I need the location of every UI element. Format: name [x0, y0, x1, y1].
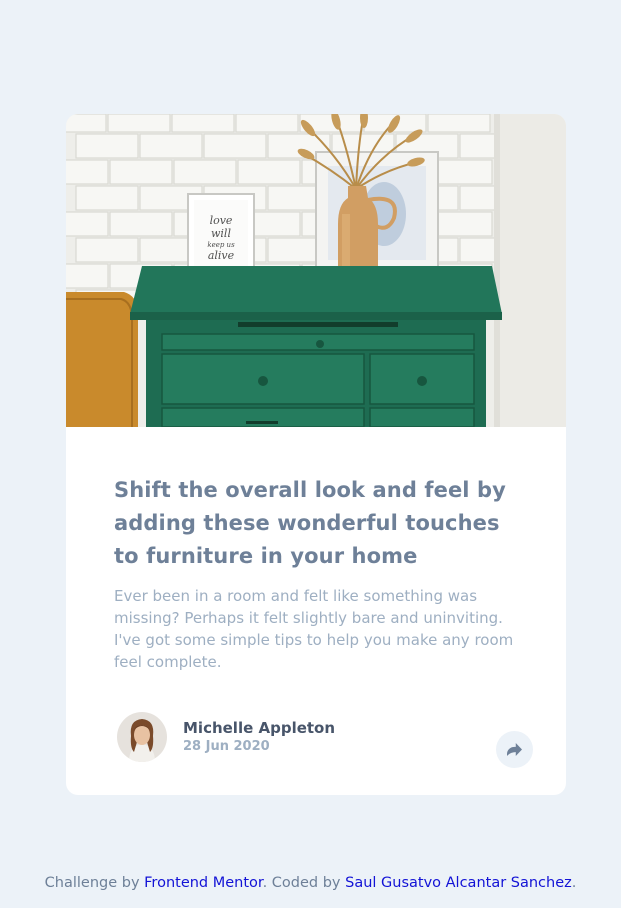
avatar — [117, 712, 167, 762]
attribution-prefix: Challenge by — [44, 875, 145, 891]
share-button[interactable] — [496, 731, 533, 768]
article-card: love will keep us alive Shift the overal… — [66, 114, 566, 795]
author-name: Michelle Appleton — [183, 719, 336, 737]
attribution-suffix: . — [571, 875, 577, 891]
author-row: Michelle Appleton 28 Jun 2020 — [117, 712, 335, 762]
svg-text:alive: alive — [208, 249, 235, 262]
svg-text:keep us: keep us — [207, 241, 235, 249]
author-info: Michelle Appleton 28 Jun 2020 — [183, 718, 335, 756]
frontend-mentor-link[interactable]: Frontend Mentor — [144, 875, 262, 891]
svg-text:love: love — [210, 214, 233, 227]
attribution: Challenge by Frontend Mentor. Coded by S… — [0, 875, 621, 891]
svg-text:will: will — [211, 227, 231, 240]
article-image: love will keep us alive — [66, 114, 566, 427]
coder-link[interactable]: Saul Gusatvo Alcantar Sanchez — [345, 875, 572, 891]
card-body: Shift the overall look and feel by addin… — [114, 474, 524, 673]
publish-date: 28 Jun 2020 — [183, 739, 270, 754]
article-title: Shift the overall look and feel by addin… — [114, 478, 506, 568]
attribution-middle: . Coded by — [262, 875, 346, 891]
article-excerpt: Ever been in a room and felt like someth… — [114, 587, 514, 671]
share-icon — [507, 743, 522, 756]
